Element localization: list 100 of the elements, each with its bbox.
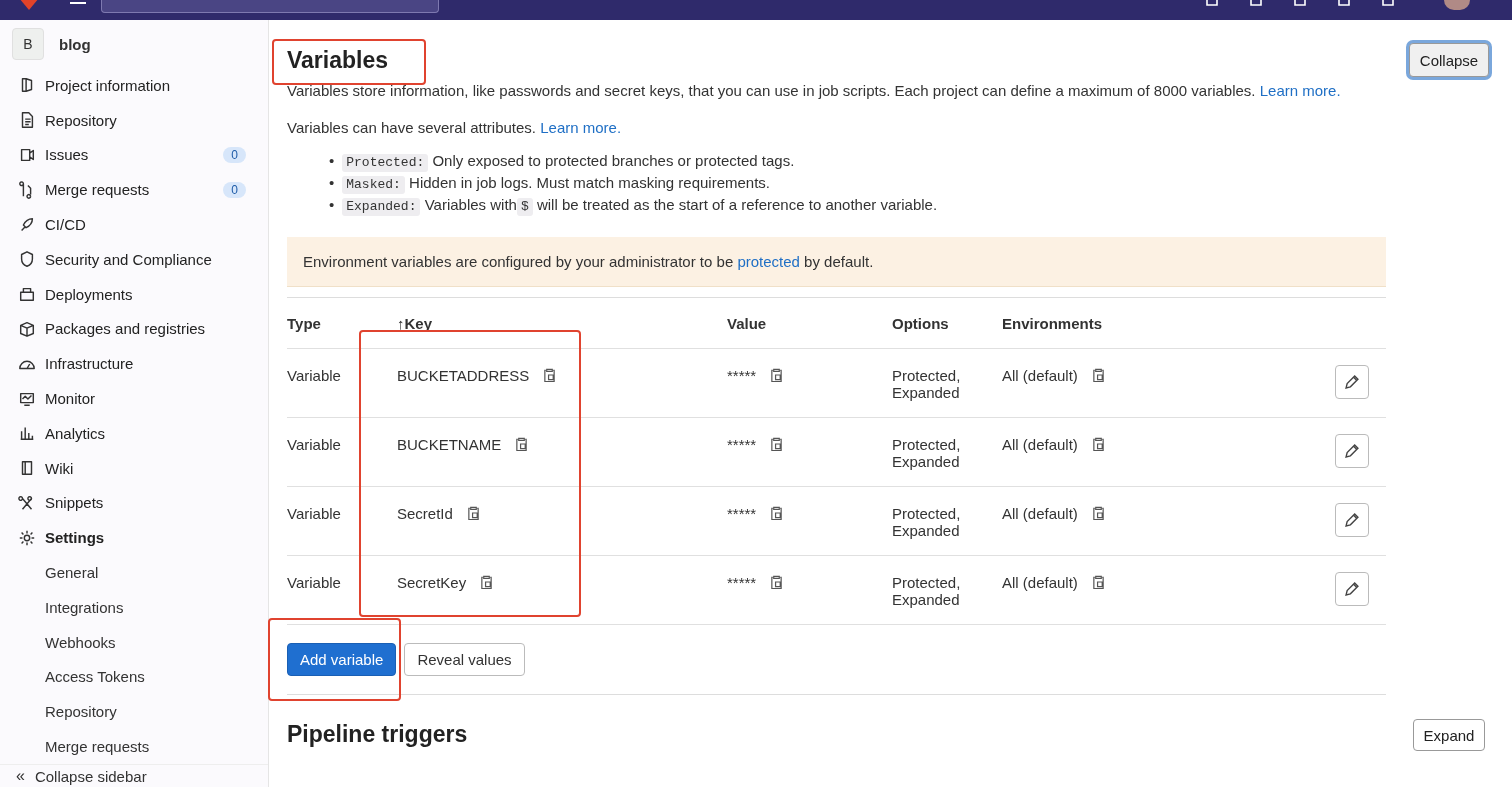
sidebar-item-icon (18, 285, 36, 304)
attribute-description: Expanded: Variables with $ will be treated as the start of a reference to another variable. (342, 194, 938, 216)
table-cell: ***** (727, 436, 757, 453)
table-cell-text: Variable (287, 366, 342, 386)
sidebar-item[interactable]: Monitor (0, 381, 268, 416)
sidebar-item[interactable]: Merge requests 0 (0, 172, 268, 208)
section-title: Pipeline triggers (287, 721, 469, 748)
sidebar-item-icon (18, 319, 36, 338)
copy-icon[interactable] (480, 574, 494, 590)
copy-icon[interactable] (515, 436, 529, 452)
table-cell: Protected, Expanded (892, 436, 961, 470)
sidebar-item[interactable]: Issues 0 (0, 137, 268, 173)
sidebar-item[interactable]: Project information (0, 68, 268, 103)
copy-icon[interactable] (770, 505, 784, 521)
toolbar-icon[interactable] (1380, 0, 1396, 8)
sidebar-item[interactable]: Deployments (0, 276, 268, 312)
copy-icon[interactable] (770, 574, 784, 590)
sidebar-subitem[interactable]: Webhooks (0, 624, 268, 660)
table-cell-text: Variable (287, 435, 342, 455)
toolbar-icon[interactable] (1292, 0, 1308, 8)
table-cell: SecretId (397, 505, 453, 522)
sidebar-item[interactable]: Infrastructure (0, 346, 268, 382)
pencil-icon (1345, 513, 1359, 527)
collapse-sidebar-button[interactable]: « Collapse sidebar (0, 764, 268, 787)
pencil-icon (1345, 375, 1359, 389)
column-header: Type (287, 314, 322, 332)
sidebar-subitem[interactable]: Repository (0, 694, 268, 730)
column-header: Options (892, 314, 950, 332)
edit-button[interactable] (1335, 365, 1369, 399)
project-avatar: B (12, 28, 44, 60)
sidebar-subitem[interactable]: Integrations (0, 589, 268, 625)
copy-icon[interactable] (543, 367, 557, 383)
table-cell: All (default) (1002, 574, 1078, 591)
pencil-icon (1345, 444, 1359, 458)
copy-icon[interactable] (770, 367, 784, 383)
action-button[interactable]: Add variable (287, 643, 397, 676)
info-alert: Environment variables are configured by your administrator to be protected by default. (287, 237, 1386, 287)
sidebar-item-icon (18, 528, 36, 547)
table-cell: ***** (727, 574, 757, 591)
sidebar-item-icon (18, 250, 36, 269)
table-cell-text: Variable (287, 504, 342, 524)
attributes-intro: Variables can have several attributes. Learn more. (287, 119, 623, 136)
copy-icon[interactable] (1091, 574, 1105, 590)
learn-more-link[interactable]: Learn more. (1259, 82, 1341, 99)
sidebar-item[interactable]: Settings (0, 520, 268, 556)
toolbar-icon[interactable] (1248, 0, 1264, 8)
sidebar-item-icon (18, 146, 36, 164)
copy-icon[interactable] (466, 505, 480, 521)
table-cell: ***** (727, 367, 757, 384)
search-field[interactable] (101, 0, 439, 13)
expand-button[interactable]: Expand (1412, 719, 1486, 751)
count-badge: 0 (223, 147, 246, 163)
table-cell: Protected, Expanded (892, 574, 961, 608)
section-description: Variables store information, like passwords and secret keys, that you can use in job scripts. Each project can define a maximum of 8000 variables. Learn more. (287, 81, 1342, 101)
sidebar-item[interactable]: Wiki (0, 450, 268, 486)
edit-button[interactable] (1335, 503, 1369, 537)
table-cell: Protected, Expanded (892, 367, 961, 401)
table-cell: ***** (727, 505, 757, 522)
sidebar-item[interactable]: Snippets (0, 485, 268, 521)
copy-icon[interactable] (1091, 436, 1105, 452)
attribute-description: Protected: Only exposed to protected branches or protected tags. (342, 150, 795, 172)
table-cell: SecretKey (397, 574, 467, 591)
table-cell: All (default) (1002, 436, 1078, 453)
table-cell: BUCKETADDRESS (397, 367, 530, 384)
sidebar-item[interactable]: Analytics (0, 415, 268, 451)
bullet: • (329, 173, 335, 193)
protected-link[interactable]: protected (737, 253, 800, 270)
table-cell-text: Variable (287, 573, 342, 593)
table-cell: Protected, Expanded (892, 505, 961, 539)
table-cell: All (default) (1002, 367, 1078, 384)
table-cell: All (default) (1002, 505, 1078, 522)
sidebar-item[interactable]: Packages and registries (0, 311, 268, 347)
sidebar-subitem[interactable]: Access Tokens (0, 659, 268, 695)
toolbar-icon[interactable] (1204, 0, 1220, 8)
bullet: • (329, 195, 335, 215)
copy-icon[interactable] (770, 436, 784, 452)
column-header: Value (727, 314, 768, 332)
bullet: • (329, 151, 335, 171)
column-header[interactable]: ↑Key (397, 314, 727, 332)
count-badge: 0 (223, 181, 246, 198)
copy-icon[interactable] (1091, 367, 1105, 383)
copy-icon[interactable] (1091, 505, 1105, 521)
sidebar-item[interactable]: Security and Compliance (0, 242, 268, 277)
sidebar-item-icon (18, 215, 36, 234)
attribute-description: Masked: Hidden in job logs. Must match masking requirements. (342, 172, 771, 194)
project-name[interactable]: blog (59, 35, 91, 53)
sidebar-subitem[interactable]: Merge requests (0, 729, 268, 764)
pencil-icon (1345, 582, 1359, 596)
edit-button[interactable] (1335, 572, 1369, 606)
sidebar-item[interactable]: Repository (0, 102, 268, 138)
column-header: Environments (1002, 314, 1104, 332)
learn-more-link[interactable]: Learn more. (540, 119, 622, 136)
user-avatar[interactable] (1444, 0, 1470, 10)
sidebar-subitem[interactable]: General (0, 555, 268, 590)
edit-button[interactable] (1335, 434, 1369, 468)
action-button[interactable]: Reveal values (404, 643, 525, 676)
table-cell: BUCKETNAME (397, 436, 502, 453)
toolbar-icon[interactable] (1336, 0, 1352, 8)
collapse-button[interactable]: Collapse (1408, 43, 1490, 77)
sidebar-item[interactable]: CI/CD (0, 207, 268, 242)
